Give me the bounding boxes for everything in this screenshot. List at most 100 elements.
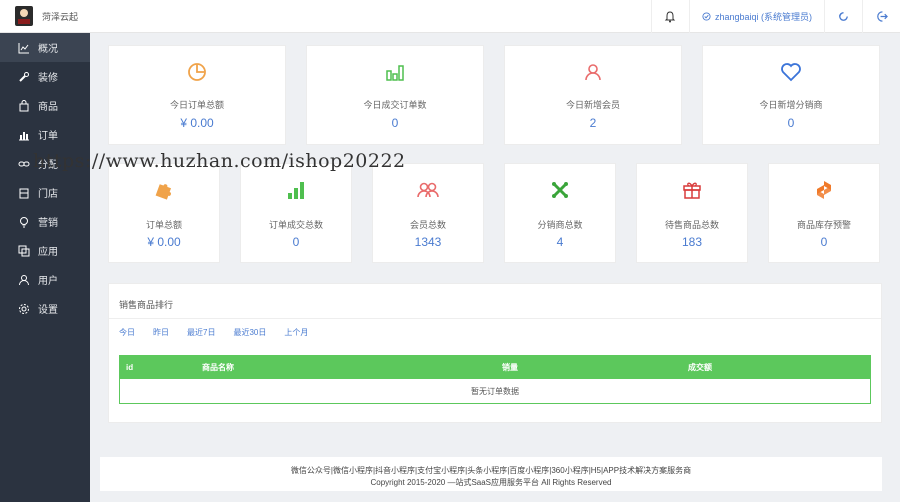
sidebar-item-users[interactable]: 用户	[0, 265, 90, 294]
stat-card-today-order-amount[interactable]: 今日订单总额 ¥ 0.00	[108, 45, 286, 145]
stat-value: 0	[292, 235, 300, 249]
sidebar-item-label: 营销	[38, 218, 58, 229]
sidebar-item-label: 概况	[38, 44, 58, 55]
stat-card-stock-warning[interactable]: 商品库存预警 0	[768, 163, 880, 263]
stat-value: 0	[820, 235, 828, 249]
footer-services: 微信公众号|微信小程序|抖音小程序|支付宝小程序|头条小程序|百度小程序|360…	[290, 466, 692, 475]
stat-label: 订单成交总数	[268, 220, 323, 230]
tab-yesterday[interactable]: 昨日	[153, 327, 169, 338]
sidebar-item-label: 装修	[38, 73, 58, 84]
column-header-product-name: 商品名称	[202, 363, 234, 372]
username-label: zhangbaiqi (系统管理员)	[714, 12, 812, 22]
box-icon	[817, 181, 831, 199]
bulb-icon	[20, 216, 28, 227]
empty-table-message: 暂无订单数据	[471, 386, 519, 396]
stat-card-today-orders[interactable]: 今日成交订单数 0	[306, 45, 484, 145]
stat-value: 2	[589, 116, 597, 130]
sidebar-item-decorate[interactable]: 装修	[0, 62, 90, 91]
date-range-tabs: 今日 昨日 最近7日 最近30日 上个月	[119, 327, 326, 338]
stat-label: 订单总额	[145, 220, 182, 230]
users-icon	[417, 182, 439, 198]
stat-value: 1343	[414, 235, 442, 249]
puzzle-icon	[155, 184, 172, 200]
sidebar-item-marketing[interactable]: 营销	[0, 207, 90, 236]
stat-value: ¥ 0.00	[147, 235, 181, 249]
table-header: id 商品名称 销量 成交额	[120, 356, 870, 379]
footer-copyright: Copyright 2015-2020 —站式SaaS应用服务平台 All Ri…	[370, 478, 612, 487]
user-icon	[585, 64, 601, 81]
sidebar-item-label: 订单	[38, 131, 58, 142]
sidebar-item-goods[interactable]: 商品	[0, 91, 90, 120]
stat-card-today-distributors[interactable]: 今日新增分销商 0	[702, 45, 880, 145]
sidebar-item-distribution[interactable]: 分配	[0, 149, 90, 178]
stat-label: 商品库存预警	[796, 220, 851, 230]
stat-label: 分销商总数	[537, 220, 583, 230]
sidebar-item-label: 门店	[38, 189, 58, 200]
stat-value: 0	[787, 116, 795, 130]
stat-label: 今日成交订单数	[363, 100, 427, 110]
sidebar-item-settings[interactable]: 设置	[0, 294, 90, 323]
column-header-sales: 销量	[502, 363, 518, 372]
top-bar: 菏泽云起 zhangbaiqi (系统管理员)	[0, 0, 900, 33]
heart-icon	[781, 63, 801, 82]
user-icon	[19, 274, 29, 285]
footer: 微信公众号|微信小程序|抖音小程序|支付宝小程序|头条小程序|百度小程序|360…	[100, 457, 882, 491]
sales-ranking-panel: 销售商品排行 今日 昨日 最近7日 最近30日 上个月 id 商品名称 销量 成…	[108, 283, 882, 423]
signal-icon	[288, 182, 304, 199]
stat-label: 今日新增会员	[565, 100, 620, 110]
tab-last-month[interactable]: 上个月	[284, 327, 308, 338]
sidebar-item-label: 设置	[38, 305, 58, 316]
sidebar-item-orders[interactable]: 订单	[0, 120, 90, 149]
sidebar-item-apps[interactable]: 应用	[0, 236, 90, 265]
brand[interactable]: 菏泽云起	[0, 0, 90, 33]
logout-icon[interactable]	[862, 0, 900, 33]
stat-value: ¥ 0.00	[180, 116, 214, 130]
main-content: 今日订单总额 ¥ 0.00 今日成交订单数 0 今日新增会员 2 今日新增分销商…	[90, 33, 900, 502]
stat-card-today-members[interactable]: 今日新增会员 2	[504, 45, 682, 145]
stat-card-distributor-count[interactable]: 分销商总数 4	[504, 163, 616, 263]
store-icon	[19, 188, 29, 198]
joomla-icon	[552, 182, 568, 198]
bar-chart-icon	[19, 131, 29, 140]
sidebar-item-overview[interactable]: 概况	[0, 33, 90, 62]
stat-card-member-count[interactable]: 会员总数 1343	[372, 163, 484, 263]
stat-card-order-amount[interactable]: 订单总额 ¥ 0.00	[108, 163, 220, 263]
ranking-table: id 商品名称 销量 成交额 暂无订单数据	[119, 355, 871, 404]
copy-icon	[18, 245, 30, 256]
panel-title: 销售商品排行	[119, 300, 174, 310]
user-shield-icon	[702, 12, 711, 21]
column-header-id: id	[126, 363, 134, 372]
sidebar-item-label: 商品	[38, 102, 58, 113]
link-icon	[18, 161, 30, 166]
brand-logo-icon	[12, 4, 36, 28]
sidebar: 概况 装修 商品 订单 分配 门店 营销 应用 用户 设置	[0, 33, 90, 502]
stat-label: 会员总数	[409, 220, 446, 230]
divider	[109, 318, 881, 319]
chart-line-icon	[18, 42, 29, 53]
gear-icon	[19, 303, 29, 314]
brand-name: 菏泽云起	[42, 11, 79, 22]
notification-bell-icon[interactable]	[650, 0, 689, 33]
sidebar-item-label: 用户	[38, 276, 58, 287]
wrench-icon	[19, 71, 29, 82]
stat-label: 今日订单总额	[169, 100, 224, 110]
pie-chart-icon	[188, 63, 206, 81]
current-user[interactable]: zhangbaiqi (系统管理员)	[688, 0, 824, 33]
sidebar-item-store[interactable]: 门店	[0, 178, 90, 207]
refresh-icon[interactable]	[824, 0, 862, 33]
stat-label: 待售商品总数	[664, 220, 719, 230]
sidebar-item-label: 应用	[38, 247, 58, 258]
sidebar-item-label: 分配	[38, 160, 58, 171]
tab-last-30-days[interactable]: 最近30日	[233, 327, 266, 338]
stat-value: 183	[681, 235, 703, 249]
stat-value: 0	[391, 116, 399, 130]
tab-today[interactable]: 今日	[119, 327, 135, 338]
stat-card-order-count[interactable]: 订单成交总数 0	[240, 163, 352, 263]
stat-card-goods-for-sale[interactable]: 待售商品总数 183	[636, 163, 748, 263]
bar-chart-icon	[386, 65, 404, 81]
bag-icon	[19, 99, 29, 111]
column-header-turnover: 成交额	[688, 363, 712, 372]
gift-icon	[683, 182, 701, 199]
stat-label: 今日新增分销商	[759, 100, 823, 110]
tab-last-7-days[interactable]: 最近7日	[187, 327, 215, 338]
